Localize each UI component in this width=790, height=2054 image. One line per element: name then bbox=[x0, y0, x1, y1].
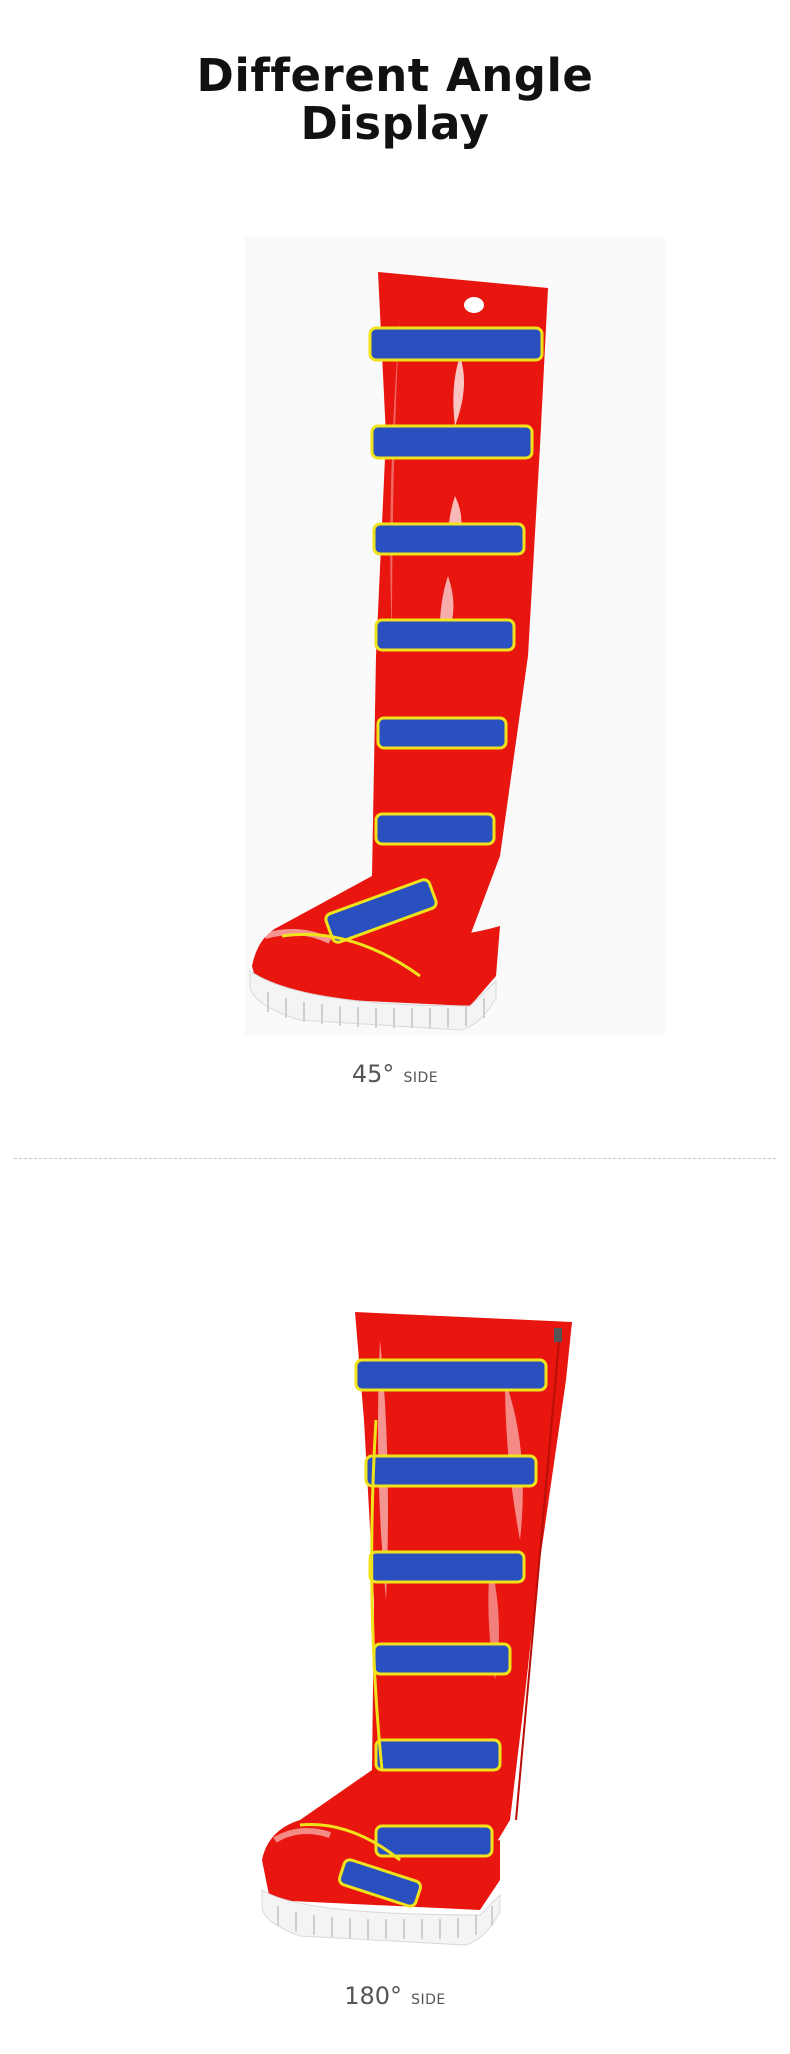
view-side-label: SIDE bbox=[403, 1070, 439, 1086]
section-heading: Different Angle Display bbox=[0, 52, 790, 148]
product-image-180-degree bbox=[0, 1300, 790, 1960]
view-caption-180: 180° SIDE bbox=[0, 1982, 790, 2010]
section-divider bbox=[14, 1158, 776, 1159]
section-heading-line2: Display bbox=[300, 97, 490, 150]
section-heading-line1: Different Angle bbox=[196, 49, 594, 102]
boot-180-illustration bbox=[261, 1312, 572, 1946]
view-side-label: SIDE bbox=[411, 1992, 446, 2008]
boot-45-illustration bbox=[245, 236, 665, 1036]
product-image-45-degree bbox=[0, 236, 790, 1036]
view-angle: 180° bbox=[344, 1982, 403, 2010]
view-caption-45: 45° SIDE bbox=[0, 1060, 790, 1088]
view-angle: 45° bbox=[351, 1060, 395, 1088]
